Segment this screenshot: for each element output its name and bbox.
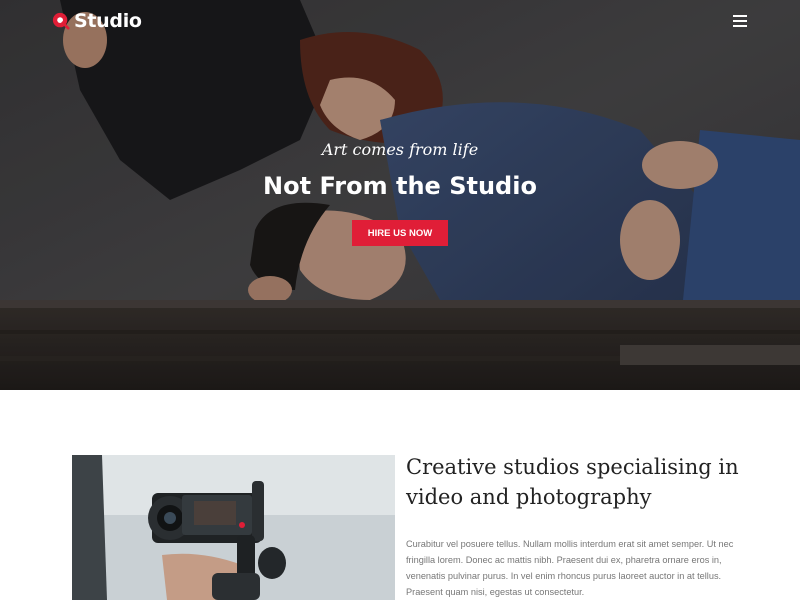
intro-heading-line2: video and photography <box>406 485 652 509</box>
intro-heading-line1: Creative studios specialising in <box>406 455 739 479</box>
brand-name: Studio <box>74 10 142 32</box>
location-pin-icon <box>52 12 70 30</box>
studio-logo[interactable]: Studio <box>52 10 142 32</box>
hero-section: Studio Art comes from life Not From the … <box>0 0 800 390</box>
hero-subtitle: Art comes from life <box>321 140 479 159</box>
intro-heading: Creative studios specialising in video a… <box>406 452 786 512</box>
hero-title: Not From the Studio <box>263 172 537 200</box>
camera-gimbal-photo <box>72 455 395 600</box>
hire-us-button[interactable]: HIRE US NOW <box>352 220 448 246</box>
intro-body-text: Curabitur vel posuere tellus. Nullam mol… <box>406 539 734 597</box>
hamburger-menu-icon[interactable] <box>733 14 749 28</box>
